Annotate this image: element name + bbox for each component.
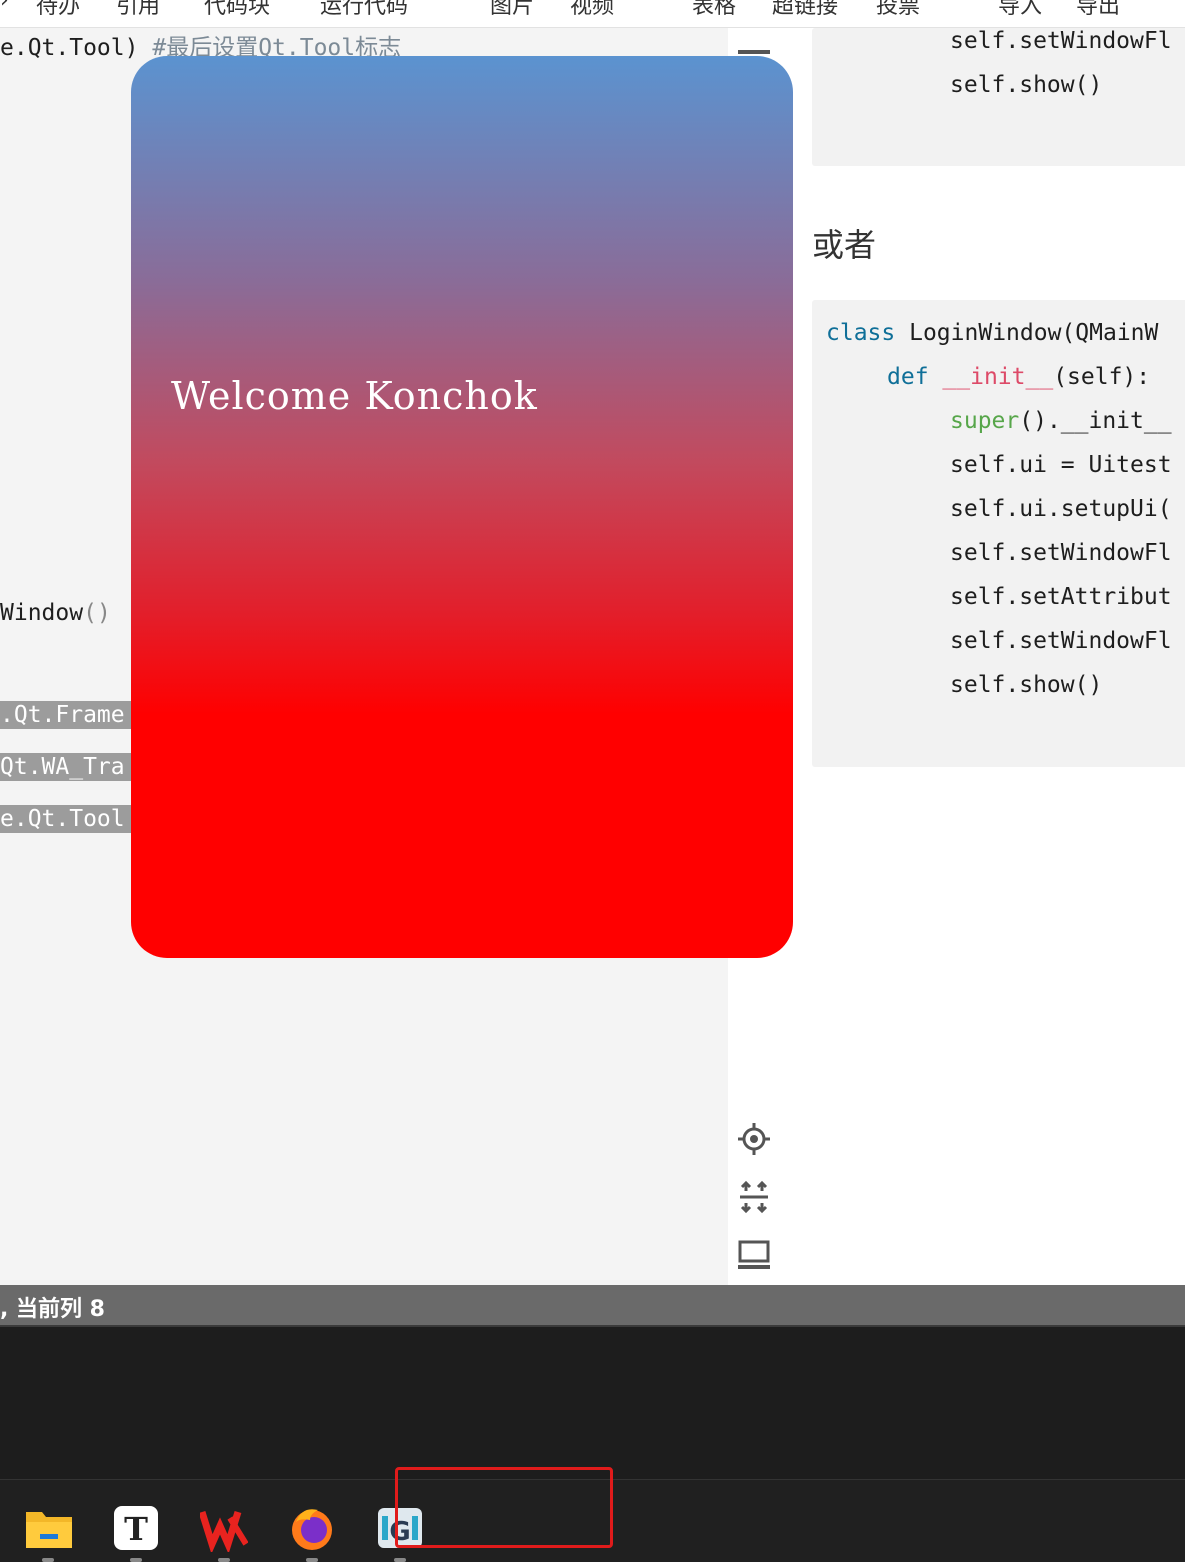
code-line: self.setWindowFl [950, 28, 1172, 54]
wps-icon[interactable] [198, 1504, 249, 1554]
builtin: super [950, 408, 1020, 434]
code-line: self.ui = Uitest [950, 452, 1172, 478]
welcome-window[interactable]: Welcome Konchok [131, 56, 793, 958]
toolbar-quote[interactable]: 引用 [116, 0, 160, 20]
keyword: def [887, 364, 929, 390]
running-indicator [306, 1558, 318, 1562]
toolbar-todo[interactable]: 待办 [36, 0, 80, 20]
code-line: self.ui.setupUi( [950, 496, 1172, 522]
code-block-top: self.setWindowFl self.show() [812, 28, 1185, 166]
welcome-label: Welcome Konchok [171, 374, 538, 418]
code-block-main: class LoginWindow(QMainW def __init__(se… [812, 300, 1185, 767]
code-line: self.show() [950, 72, 1103, 98]
code-text: (self): [1053, 364, 1151, 390]
firefox-icon[interactable] [288, 1504, 336, 1552]
running-indicator [394, 1558, 406, 1562]
keyword: class [826, 320, 896, 346]
toolbar-run-code[interactable]: 运行代码 [320, 0, 408, 20]
running-indicator [218, 1558, 230, 1562]
toolbar-vote[interactable]: 投票 [876, 0, 920, 20]
code-text: Window [0, 600, 84, 626]
highlight-annotation-box [395, 1467, 613, 1548]
code-punct: () [83, 600, 111, 626]
code-line: super().__init__ [950, 408, 1172, 434]
code-line: Window() [0, 600, 111, 626]
preview-heading: 或者 [812, 226, 877, 264]
running-indicator [42, 1558, 54, 1562]
toolbar-image[interactable]: 图片 [490, 0, 534, 20]
markdown-preview: self.setWindowFl self.show() 或者 class Lo… [728, 28, 1185, 1285]
highlighted-code: Qt.WA_Tra [0, 753, 131, 781]
code-line: class LoginWindow(QMainW [826, 320, 1158, 346]
code-line: self.show() [950, 672, 1103, 698]
highlighted-code: e.Qt.Tool [0, 805, 131, 833]
svg-text:T: T [124, 1510, 148, 1548]
code-text: ().__init__ [1019, 408, 1172, 434]
code-line: def __init__(self): [887, 364, 1150, 390]
toolbar-codeblock[interactable]: 代码块 [204, 0, 270, 20]
expand-collapse-icon[interactable] [736, 1180, 772, 1216]
laptop-icon[interactable] [736, 1238, 772, 1274]
file-explorer-icon[interactable] [24, 1504, 72, 1552]
code-text: e.Qt.Tool) [0, 35, 139, 61]
locate-icon[interactable] [736, 1122, 772, 1158]
code-line: self.setWindowFl [950, 628, 1172, 654]
toolbar-import[interactable]: 导入 [998, 0, 1042, 20]
highlighted-code: .Qt.Frame [0, 701, 131, 729]
menu-handle-icon[interactable] [738, 50, 770, 54]
toolbar-table[interactable]: 表格 [692, 0, 736, 20]
cursor-position: , 当前列 8 [0, 1297, 105, 1322]
toolbar-video[interactable]: 视频 [570, 0, 614, 20]
toolbar-export[interactable]: 导出 [1076, 0, 1120, 20]
toolbar-hyperlink[interactable]: 超链接 [772, 0, 838, 20]
typora-icon[interactable]: T [112, 1504, 160, 1552]
desktop-background [0, 1327, 1185, 1479]
code-line: self.setWindowFl [950, 540, 1172, 566]
toolbar-chevron-icon[interactable]: › [0, 0, 9, 13]
code-line: self.setAttribut [950, 584, 1172, 610]
function-name: __init__ [942, 364, 1054, 390]
running-indicator [130, 1558, 142, 1562]
editor-toolbar: › 待办 引用 代码块 运行代码 图片 视频 表格 超链接 投票 导入 导出 [0, 0, 1185, 28]
code-text: LoginWindow(QMainW [909, 320, 1159, 346]
status-bar: , 当前列 8 [0, 1285, 1185, 1327]
